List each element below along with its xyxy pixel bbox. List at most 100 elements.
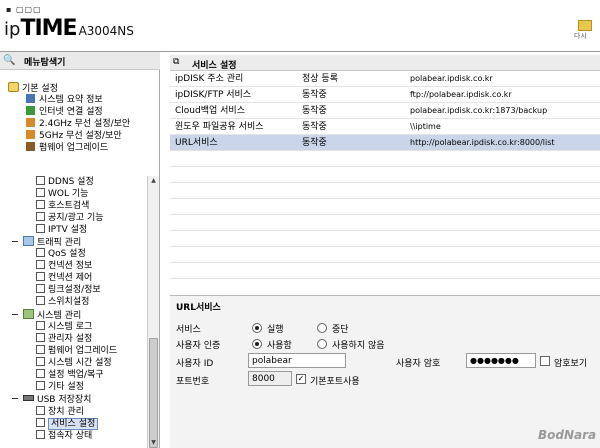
- tree-item-label: 관리자 설정: [48, 334, 93, 344]
- service-settings-header: ⧉ 서비스 설정: [170, 55, 600, 71]
- tree-item-device[interactable]: 장치 관리: [36, 406, 84, 418]
- tree-group-traffic[interactable]: 트래픽 관리: [12, 236, 81, 248]
- default-port-label: 기본포트사용: [310, 377, 360, 387]
- tree-item-switch[interactable]: 스위치설정: [36, 296, 89, 308]
- tree-item-ddns[interactable]: DDNS 설정: [36, 176, 94, 188]
- tree-item-link[interactable]: 링크설정/정보: [36, 284, 101, 296]
- menu-explorer: 🔍 메뉴탐색기 기본 설정 시스템 요약 정보 인터넷 연결 설정 2.4GHz…: [0, 52, 160, 448]
- tree-item-label: 서비스 설정: [48, 418, 99, 430]
- usb-icon: [23, 395, 34, 401]
- tree-item-system-summary[interactable]: 시스템 요약 정보: [26, 94, 103, 106]
- tree-item-label: 기타 설정: [48, 382, 84, 392]
- tree-group-label: 트래픽 관리: [37, 238, 82, 248]
- tree-item-label: 시스템 시간 설정: [48, 358, 112, 368]
- tree-item-label: 장치 관리: [48, 407, 84, 417]
- restart-button[interactable]: 다시: [574, 20, 596, 40]
- page-icon: [36, 418, 45, 427]
- monitor-icon: [26, 94, 35, 103]
- table-row[interactable]: ipDISK/FTP 서비스 동작중 ftp://polabear.ipdisk…: [170, 87, 600, 103]
- password-input[interactable]: ●●●●●●●: [466, 353, 536, 368]
- empty-table-row: [170, 231, 600, 247]
- service-name: ipDISK/FTP 서비스: [175, 90, 252, 100]
- tree-item-conn-control[interactable]: 컨넥션 제어: [36, 272, 92, 284]
- table-row-selected[interactable]: URL서비스 동작중 http://polabear.ipdisk.co.kr:…: [170, 135, 600, 151]
- tree-item-backup[interactable]: 설정 백업/복구: [36, 369, 104, 381]
- tree-item-wifi24[interactable]: 2.4GHz 무선 설정/보안: [26, 118, 130, 130]
- gear-icon: [8, 82, 19, 92]
- url-service-settings: URL서비스 서비스 실행 중단 사용자 인증 사용함 사용하지 않음 사용자 …: [170, 295, 600, 448]
- tree-item-notice[interactable]: 공지/광고 기능: [36, 212, 104, 224]
- collapse-icon: [12, 398, 18, 399]
- service-address: polabear.ipdisk.co.kr: [410, 74, 493, 83]
- tree-item-syslog[interactable]: 시스템 로그: [36, 321, 92, 333]
- scroll-up-arrow-icon[interactable]: ▲: [148, 176, 159, 186]
- restart-label: 다시: [574, 32, 587, 40]
- auth-nouse-radio[interactable]: [317, 339, 327, 349]
- tree-item-label: 2.4GHz 무선 설정/보안: [39, 119, 131, 129]
- auth-label: 사용자 인증: [176, 341, 221, 351]
- tree-item-conn-info[interactable]: 컨넥션 정보: [36, 260, 92, 272]
- sidebar-scrollbar[interactable]: ▲ ▼: [147, 176, 159, 448]
- firmware-icon: [26, 142, 35, 151]
- explorer-search-icon: 🔍: [3, 55, 16, 66]
- use-label: 사용함: [267, 341, 292, 351]
- service-run-radio[interactable]: [252, 323, 262, 333]
- tree-group-label: USB 저장장치: [37, 395, 92, 405]
- scrollbar-thumb[interactable]: [149, 338, 158, 448]
- logo-model: A3004NS: [78, 24, 134, 38]
- page-icon: [36, 284, 45, 293]
- tree-item-label: 설정 백업/복구: [48, 370, 104, 380]
- empty-table-row: [170, 199, 600, 215]
- scroll-down-arrow-icon[interactable]: ▼: [148, 438, 159, 448]
- tree-item-qos[interactable]: QoS 설정: [36, 248, 86, 260]
- tree-item-misc[interactable]: 기타 설정: [36, 381, 84, 393]
- tree-item-wifi5[interactable]: 5GHz 무선 설정/보안: [26, 130, 122, 142]
- tree-item-label: QoS 설정: [48, 249, 86, 259]
- iptime-logo: ipTIME A3004NS: [4, 16, 134, 41]
- empty-table-row: [170, 167, 600, 183]
- settings-title: URL서비스: [176, 303, 221, 313]
- stop-label: 중단: [332, 325, 349, 335]
- user-id-input[interactable]: polabear: [248, 353, 346, 368]
- service-status: 동작중: [302, 122, 327, 132]
- page-icon: [36, 176, 45, 185]
- page-icon: [36, 381, 45, 390]
- table-row[interactable]: ipDISK 주소 관리 정상 등록 polabear.ipdisk.co.kr: [170, 71, 600, 87]
- table-row[interactable]: 윈도우 파일공유 서비스 동작중 \\iptime: [170, 119, 600, 135]
- tree-item-label: 링크설정/정보: [48, 285, 101, 295]
- tree-item-label: 접속자 상태: [48, 431, 93, 441]
- tools-icon: [23, 309, 34, 319]
- show-password-checkbox[interactable]: [540, 356, 550, 366]
- auth-use-radio[interactable]: [252, 339, 262, 349]
- tree-group-system[interactable]: 시스템 관리: [12, 309, 81, 321]
- default-port-checkbox[interactable]: ✓: [296, 374, 306, 384]
- service-address: ftp://polabear.ipdisk.co.kr: [410, 90, 512, 99]
- service-name: 윈도우 파일공유 서비스: [175, 122, 264, 132]
- page-icon: [36, 188, 45, 197]
- tree-item-admin[interactable]: 관리자 설정: [36, 333, 92, 345]
- tree-item-firmware[interactable]: 펌웨어 업그레이드: [26, 142, 108, 154]
- menu-explorer-header: 🔍 메뉴탐색기: [0, 52, 160, 70]
- tree-group-usb[interactable]: USB 저장장치: [12, 394, 91, 406]
- restart-icon: [578, 20, 592, 31]
- page-icon: [36, 260, 45, 269]
- table-row[interactable]: Cloud백업 서비스 동작중 polabear.ipdisk.co.kr:18…: [170, 103, 600, 119]
- service-status: 정상 등록: [302, 74, 338, 84]
- port-input[interactable]: 8000: [248, 371, 292, 386]
- page-icon: [36, 357, 45, 366]
- tree-item-label: 시스템 로그: [48, 322, 93, 332]
- page-icon: [36, 248, 45, 257]
- tree-item-user-status[interactable]: 접속자 상태: [36, 430, 92, 442]
- tree-item-label: 스위치설정: [48, 297, 90, 307]
- empty-table-row: [170, 183, 600, 199]
- service-stop-radio[interactable]: [317, 323, 327, 333]
- tree-item-host-search[interactable]: 호스트검색: [36, 200, 89, 212]
- tree-item-time[interactable]: 시스템 시간 설정: [36, 357, 112, 369]
- page-icon: [36, 212, 45, 221]
- tree-item-internet[interactable]: 인터넷 연결 설정: [26, 106, 103, 118]
- tree-item-iptv[interactable]: IPTV 설정: [36, 224, 87, 236]
- tree-item-wol[interactable]: WOL 기능: [36, 188, 88, 200]
- tree-item-fw-upgrade[interactable]: 펌웨어 업그레이드: [36, 345, 117, 357]
- tree-group-basic[interactable]: 기본 설정: [8, 82, 58, 94]
- tree-item-service-settings[interactable]: 서비스 설정: [36, 418, 99, 430]
